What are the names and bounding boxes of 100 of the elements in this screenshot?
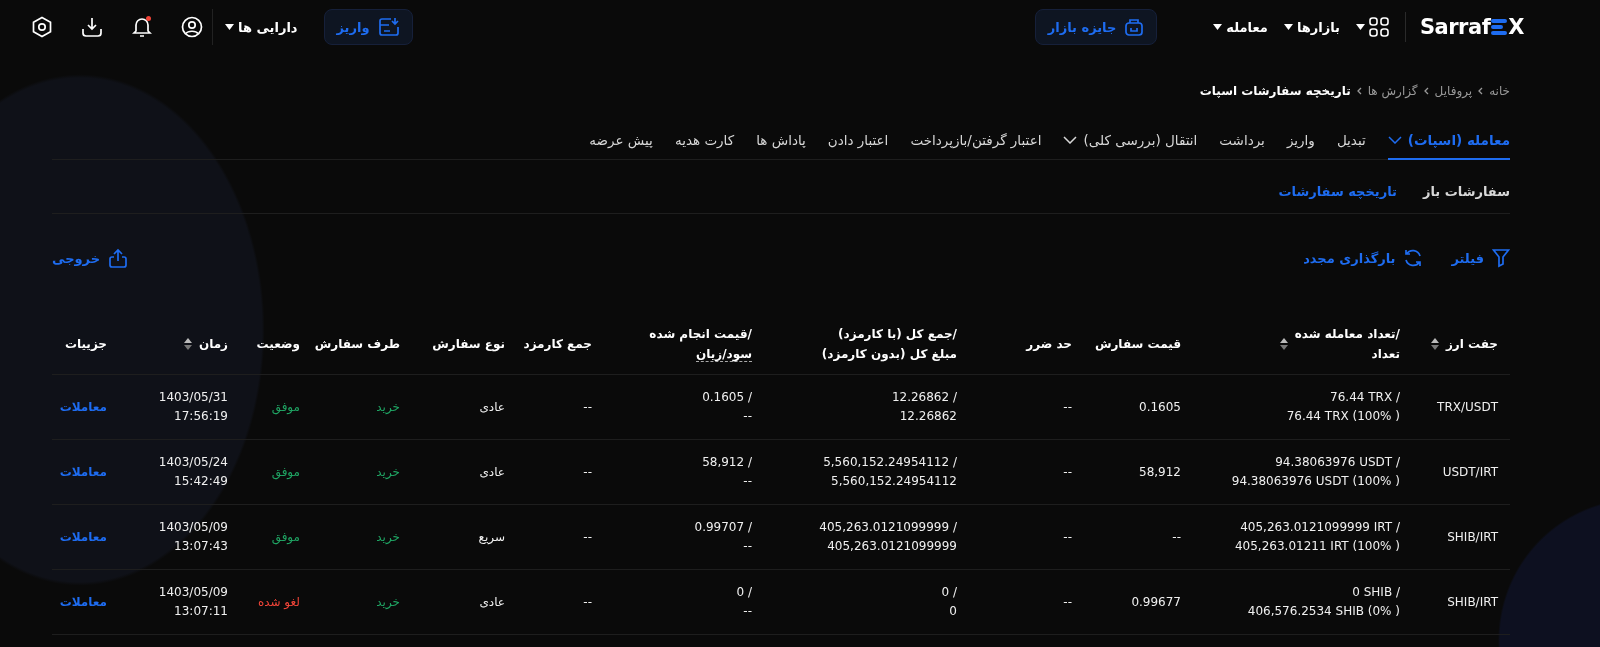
table-cell-text: موفق — [270, 463, 301, 482]
column-header: حد ضرر — [1026, 336, 1072, 353]
upload-icon — [108, 248, 129, 268]
filter-button[interactable]: فیلتر — [1451, 248, 1510, 268]
table-cell-text: موفق — [270, 398, 301, 417]
table-cell-text: -- — [582, 398, 593, 416]
filter-icon — [1492, 248, 1510, 268]
table-cell-text: 76.44 TRX / 76.44 TRX (100% ) — [1285, 389, 1401, 425]
table-cell-text: خرید — [375, 398, 401, 416]
table-cell-text: SHIB/IRT — [1446, 593, 1499, 611]
table-cell-text: -- — [582, 593, 593, 611]
table-cell-text: -- — [1062, 593, 1073, 611]
reload-button[interactable]: بارگذاری مجدد — [1303, 248, 1424, 268]
table-cell-text: SHIB/IRT — [1446, 528, 1499, 546]
refresh-icon — [1403, 248, 1424, 268]
sort-icon — [1278, 337, 1289, 351]
column-header: طرف سفارش — [314, 336, 400, 353]
table-cell-text: -- — [582, 463, 593, 481]
tab[interactable]: برداشت — [1219, 132, 1265, 160]
tab[interactable]: پاداش ها — [756, 132, 806, 160]
table-cell-text: -- — [1062, 528, 1073, 546]
table-cell-text: 0 SHIB / 406,576.2534 SHIB (0% ) — [1246, 584, 1401, 620]
download-icon[interactable] — [80, 15, 104, 39]
sort-icon — [1429, 337, 1440, 351]
column-header[interactable]: جفت ارز — [1429, 334, 1498, 354]
sort-icon — [182, 337, 193, 351]
chevron-left-icon — [1356, 87, 1362, 95]
table-cell-text: -- — [1062, 398, 1073, 416]
nav-menu[interactable]: بازارها — [1283, 19, 1340, 35]
sub-tab[interactable]: تاریخچه سفارشات — [1278, 184, 1397, 199]
profile-icon[interactable] — [180, 15, 204, 39]
table-cell-text: خرید — [375, 528, 401, 546]
caret-icon — [1213, 24, 1223, 30]
nav-menu[interactable]: معامله — [1213, 19, 1268, 35]
tab[interactable]: تبدیل — [1336, 132, 1366, 160]
chevron-down-icon — [1063, 136, 1078, 144]
breadcrumb-link[interactable]: تاریخچه سفارشات اسپات — [1199, 84, 1351, 98]
prize-button[interactable]: جایزه بازار — [1034, 9, 1158, 45]
column-header: /جمع کل (با کارمزد) مبلغ کل (بدون کارمزد) — [821, 326, 957, 364]
logo[interactable]: Sarraf X — [1404, 12, 1524, 42]
trades-link[interactable]: معاملات — [52, 592, 119, 612]
table-cell-text: 1403/05/31 17:56:19 — [157, 389, 229, 425]
table-cell-text: 0 / 0 — [940, 584, 958, 620]
column-header: وضعیت — [256, 336, 300, 354]
table-cell-text: -- — [1062, 463, 1073, 481]
table-cell-text: عادی — [478, 463, 506, 481]
bell-icon[interactable] — [130, 15, 154, 39]
caret-icon — [225, 24, 234, 30]
table-cell-text: عادی — [478, 593, 506, 611]
breadcrumb-link[interactable]: خانه — [1489, 84, 1510, 98]
settings-icon[interactable] — [30, 15, 54, 39]
table-cell-text: 94.38063976 USDT / 94.38063976 USDT (100% ) — [1230, 454, 1401, 490]
apps-menu[interactable] — [1355, 17, 1389, 37]
table-cell-text: موفق — [270, 528, 301, 547]
table-cell-text: -- — [1171, 528, 1182, 546]
breadcrumb-link[interactable]: گزارش ها — [1367, 84, 1418, 98]
deposit-button[interactable]: واریز — [323, 9, 413, 45]
caret-icon — [1283, 24, 1293, 30]
column-header: نوع سفارش — [432, 336, 505, 354]
breadcrumb-link[interactable]: پروفایل — [1434, 84, 1473, 98]
column-header: جزییات — [64, 336, 107, 353]
table-cell-text: عادی — [478, 398, 506, 416]
trades-link[interactable]: معاملات — [52, 462, 119, 482]
table-cell-text: خرید — [375, 463, 401, 481]
table-cell-text: 1403/05/24 15:42:49 — [157, 454, 229, 490]
tab[interactable]: کارت هدیه — [674, 132, 735, 160]
table-cell-text: 0 / -- — [735, 584, 753, 620]
tab[interactable]: معامله (اسپات) — [1387, 132, 1510, 160]
grid-icon — [1368, 17, 1389, 37]
column-header[interactable]: /تعداد معامله شده تعداد — [1278, 324, 1400, 364]
assets-menu[interactable]: دارایی ها — [225, 19, 298, 35]
sub-tab[interactable]: سفارشات باز — [1423, 184, 1510, 199]
trades-link[interactable]: معاملات — [52, 527, 119, 547]
table-cell-text: 0.99677 — [1130, 593, 1182, 611]
caret-icon — [1355, 24, 1365, 30]
tab[interactable]: اعتبار گرفتن/بازپرداخت — [910, 132, 1042, 160]
export-button[interactable]: خروجی — [52, 248, 129, 268]
chevron-left-icon — [1423, 87, 1429, 95]
table-cell-text: سریع — [477, 528, 506, 546]
trades-link[interactable]: معاملات — [52, 397, 119, 417]
table-cell-text: 0.99707 / -- — [693, 519, 753, 555]
table-cell-text: 405,263.0121099999 / 405,263.0121099999 — [818, 519, 958, 555]
table-cell-text: 0.1605 / -- — [701, 389, 753, 425]
column-header: /قیمت انجام شده سود/زیان — [649, 326, 752, 364]
tab[interactable]: واریز — [1286, 132, 1315, 160]
tab[interactable]: پیش عرضه — [589, 132, 653, 160]
chevron-down-icon — [1387, 136, 1402, 144]
tab[interactable]: انتقال (بررسی کلی) — [1063, 132, 1198, 160]
table-cell-text: 405,263.0121099999 IRT / 405,263.01211 IRT (100% ) — [1233, 519, 1401, 555]
column-header[interactable]: زمان — [182, 334, 228, 354]
table-cell-text: 5,560,152.24954112 / 5,560,152.24954112 — [822, 454, 958, 490]
chevron-left-icon — [1478, 87, 1484, 95]
table-cell-text: 1403/05/09 13:07:11 — [157, 584, 229, 620]
tab[interactable]: اعتبار دادن — [827, 132, 889, 160]
table-cell-text: 58,912 / -- — [701, 454, 753, 490]
table-cell-text: خرید — [375, 593, 401, 611]
table-cell-text: 12.26862 / 12.26862 — [890, 389, 958, 425]
table-cell-text: 58,912 — [1138, 463, 1182, 481]
table-cell-text: -- — [582, 528, 593, 546]
table-cell-text: 0.1605 — [1138, 398, 1182, 416]
